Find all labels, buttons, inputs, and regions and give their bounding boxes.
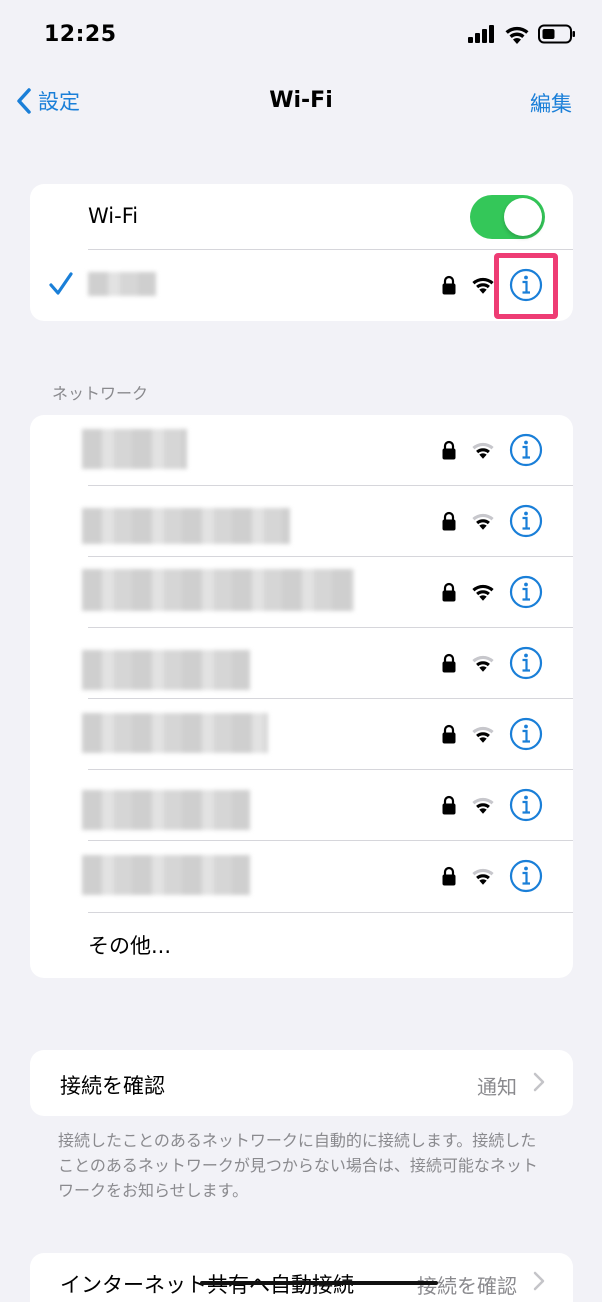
info-icon[interactable] [509,646,543,680]
info-button-highlight [494,253,558,319]
info-icon[interactable] [509,433,543,467]
lock-icon [442,795,456,815]
battery-icon [538,24,575,44]
network-name-blurred [82,569,354,611]
page-title: Wi-Fi [269,88,333,113]
status-time: 12:25 [44,22,117,47]
wifi-card: Wi-Fi [30,184,573,321]
info-icon[interactable] [509,504,543,538]
info-icon[interactable] [509,575,543,609]
ask-to-join-description: 接続したことのあるネットワークに自動的に接続します。接続したことのあるネットワー… [58,1131,538,1200]
network-row[interactable] [30,415,573,486]
connected-network-row[interactable] [30,250,573,321]
network-row[interactable] [30,628,573,699]
info-icon[interactable] [509,788,543,822]
network-row[interactable] [30,770,573,841]
row-icons [441,788,543,822]
other-network-row[interactable]: その他... [30,913,573,978]
row-icons [441,859,543,893]
info-icon[interactable] [509,859,543,893]
network-name-blurred [82,508,290,544]
ask-to-join-label: 接続を確認 [60,1074,165,1098]
row-icons [441,575,543,609]
row-icons [441,646,543,680]
ask-to-join-row[interactable]: 接続を確認 通知 [30,1050,573,1116]
lock-icon [442,275,456,295]
network-name-blurred [82,650,250,690]
wifi-signal-icon [472,584,494,601]
lock-icon [442,582,456,602]
wifi-signal-icon [472,726,494,743]
ask-to-join-value: 通知 [477,1075,517,1099]
network-name-blurred [82,855,250,895]
auto-join-hotspot-row[interactable]: インターネット共有へ自動接続 接続を確認 [30,1253,573,1302]
chevron-right-icon [533,1271,545,1291]
wifi-signal-icon [472,513,494,530]
cellular-signal-icon [468,25,494,43]
row-icons [441,717,543,751]
row-icons [441,433,543,467]
row-icons [441,504,543,538]
network-row[interactable] [30,699,573,770]
other-label: その他... [88,934,172,958]
wifi-signal-icon [472,442,494,459]
edit-button[interactable]: 編集 [530,88,572,118]
wifi-status-icon [505,26,529,44]
status-bar: 12:25 [0,0,602,70]
lock-icon [442,724,456,744]
network-name-blurred [82,713,268,753]
wifi-signal-icon [472,868,494,885]
navigation-bar: 設定 Wi-Fi 編集 [0,78,602,126]
network-name-blurred [82,790,250,830]
wifi-label: Wi-Fi [88,204,139,228]
networks-card: その他... [30,415,573,978]
network-row[interactable] [30,841,573,912]
lock-icon [442,440,456,460]
toggle-knob [504,198,542,236]
lock-icon [442,653,456,673]
networks-section-header: ネットワーク [52,384,149,403]
wifi-toggle[interactable] [470,195,545,239]
status-icons [468,24,576,44]
wifi-toggle-row: Wi-Fi [30,184,573,250]
lock-icon [442,511,456,531]
network-row[interactable] [30,486,573,557]
network-name-blurred [82,429,187,469]
wifi-signal-icon [472,277,494,294]
checkmark-icon [49,272,73,295]
network-name-blurred [88,272,156,296]
network-row[interactable] [30,557,573,628]
home-indicator [200,1281,438,1285]
lock-icon [442,866,456,886]
info-icon[interactable] [509,717,543,751]
wifi-signal-icon [472,655,494,672]
wifi-signal-icon [472,797,494,814]
chevron-right-icon [533,1072,545,1092]
